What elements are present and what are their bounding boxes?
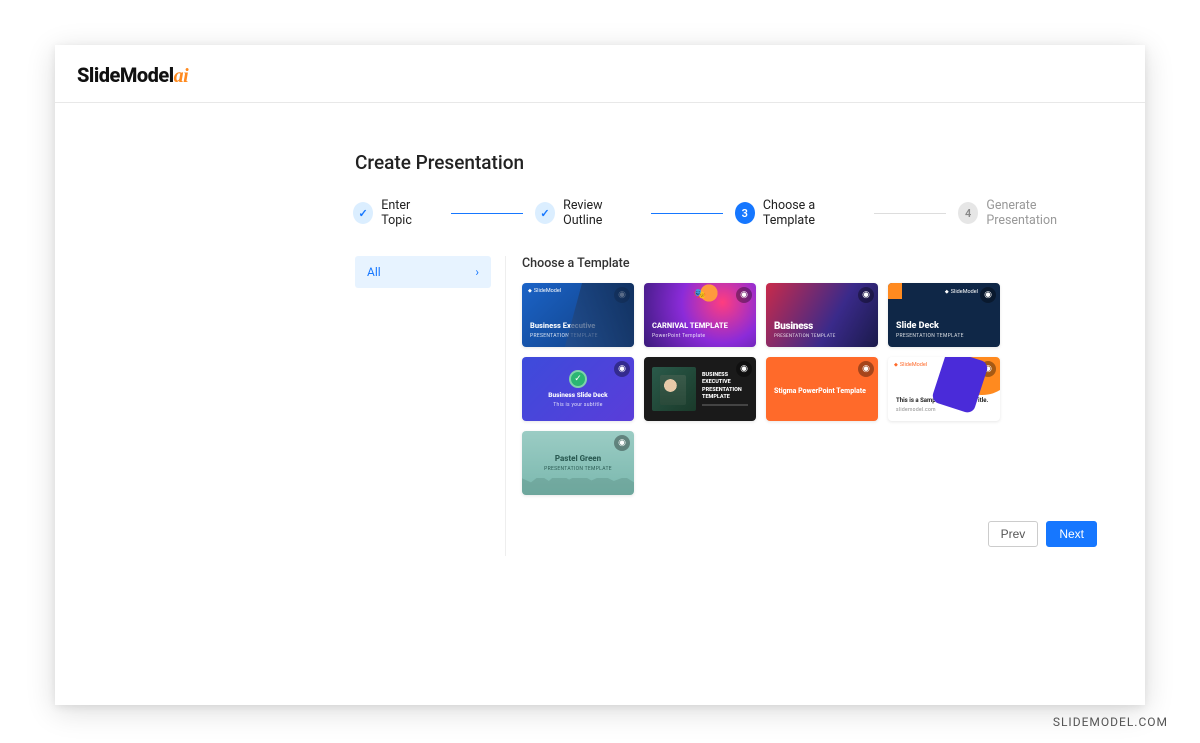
step-choose-template[interactable]: 3 Choose a Template bbox=[735, 198, 862, 228]
template-card[interactable]: ◉ Pastel Green PRESENTATION TEMPLATE bbox=[522, 431, 634, 495]
brand-name: SlideModel bbox=[77, 63, 174, 87]
preview-icon[interactable]: ◉ bbox=[614, 435, 630, 451]
template-title: This is a Sample Title. Insert Title. bbox=[896, 398, 992, 405]
step-connector bbox=[874, 213, 946, 214]
check-icon bbox=[535, 202, 555, 224]
preview-icon[interactable]: ◉ bbox=[858, 361, 874, 377]
page-watermark: SLIDEMODEL.COM bbox=[1053, 715, 1168, 729]
main-content: Create Presentation Enter Topic Review O… bbox=[55, 103, 1145, 556]
step-label: Choose a Template bbox=[763, 198, 862, 228]
template-grid: SlideModel ◉ Business Executive PRESENTA… bbox=[522, 283, 1101, 495]
step-number: 4 bbox=[958, 202, 978, 224]
step-review-outline[interactable]: Review Outline bbox=[535, 198, 639, 228]
template-card[interactable]: ◉ BUSINESS EXECUTIVE PRESENTATION TEMPLA… bbox=[644, 357, 756, 421]
template-card[interactable]: ◉ ✓ Business Slide Deck This is your sub… bbox=[522, 357, 634, 421]
chevron-right-icon: › bbox=[475, 265, 479, 279]
brand-logo: SlideModelai bbox=[77, 63, 188, 88]
section-title: Choose a Template bbox=[522, 256, 1101, 271]
category-sidebar: All › bbox=[355, 256, 491, 556]
step-connector bbox=[651, 213, 723, 214]
template-card[interactable]: ◉ Stigma PowerPoint Template bbox=[766, 357, 878, 421]
template-title: Slide Deck bbox=[896, 321, 992, 331]
template-title: Business Executive bbox=[530, 322, 626, 331]
preview-icon[interactable]: ◉ bbox=[614, 287, 630, 303]
sidebar-item-label: All bbox=[367, 265, 381, 279]
template-subtitle: PRESENTATION TEMPLATE bbox=[774, 334, 870, 339]
template-card[interactable]: 🎭 ◉ CARNIVAL TEMPLATE PowerPoint Templat… bbox=[644, 283, 756, 347]
template-title: Stigma PowerPoint Template bbox=[774, 387, 870, 395]
prev-button[interactable]: Prev bbox=[988, 521, 1039, 547]
template-subtitle: PRESENTATION TEMPLATE bbox=[896, 333, 992, 339]
template-title: Business Slide Deck bbox=[548, 392, 607, 399]
template-subtitle: This is your subtitle bbox=[553, 402, 602, 408]
mask-icon: 🎭 bbox=[694, 289, 706, 300]
step-label: Enter Topic bbox=[381, 198, 439, 228]
template-title: Business bbox=[774, 321, 870, 332]
template-subtitle: PowerPoint Template bbox=[652, 333, 748, 339]
template-subtitle: PRESENTATION TEMPLATE bbox=[530, 333, 626, 339]
step-label: Generate Presentation bbox=[986, 198, 1101, 228]
template-card[interactable]: SlideModel ◉ This is a Sample Title. Ins… bbox=[888, 357, 1000, 421]
preview-icon[interactable]: ◉ bbox=[736, 287, 752, 303]
card-photo bbox=[652, 367, 696, 411]
card-brand-badge: SlideModel bbox=[894, 362, 927, 368]
sidebar-item-all[interactable]: All › bbox=[355, 256, 491, 288]
page-title: Create Presentation bbox=[355, 151, 1101, 174]
template-subtitle: slidemodel.com bbox=[896, 407, 992, 413]
step-number: 3 bbox=[735, 202, 755, 224]
check-icon bbox=[353, 202, 373, 224]
preview-icon[interactable]: ◉ bbox=[858, 287, 874, 303]
preview-icon[interactable]: ◉ bbox=[980, 361, 996, 377]
preview-icon[interactable]: ◉ bbox=[614, 361, 630, 377]
app-window: SlideModelai Create Presentation Enter T… bbox=[55, 45, 1145, 705]
step-label: Review Outline bbox=[563, 198, 638, 228]
divider bbox=[702, 404, 748, 406]
template-card[interactable]: ◉ Business PRESENTATION TEMPLATE bbox=[766, 283, 878, 347]
brand-suffix: ai bbox=[174, 65, 189, 87]
card-brand-badge: SlideModel bbox=[528, 288, 561, 294]
check-badge-icon: ✓ bbox=[569, 370, 587, 388]
preview-icon[interactable]: ◉ bbox=[736, 361, 752, 377]
step-generate: 4 Generate Presentation bbox=[958, 198, 1101, 228]
wizard-stepper: Enter Topic Review Outline 3 Choose a Te… bbox=[353, 198, 1101, 228]
template-subtitle: PRESENTATION TEMPLATE bbox=[544, 466, 612, 472]
templates-panel: Choose a Template SlideModel ◉ Business … bbox=[505, 256, 1101, 556]
next-button[interactable]: Next bbox=[1046, 521, 1097, 547]
template-picker: All › Choose a Template SlideModel ◉ Bus… bbox=[355, 256, 1101, 556]
preview-icon[interactable]: ◉ bbox=[980, 287, 996, 303]
app-header: SlideModelai bbox=[55, 45, 1145, 103]
card-brand-badge: SlideModel bbox=[945, 289, 978, 295]
template-title: Pastel Green bbox=[555, 454, 601, 463]
step-enter-topic[interactable]: Enter Topic bbox=[353, 198, 439, 228]
template-card[interactable]: SlideModel ◉ Business Executive PRESENTA… bbox=[522, 283, 634, 347]
template-card[interactable]: SlideModel ◉ Slide Deck PRESENTATION TEM… bbox=[888, 283, 1000, 347]
template-title: CARNIVAL TEMPLATE bbox=[652, 322, 748, 331]
wizard-nav: Prev Next bbox=[522, 521, 1101, 547]
step-connector bbox=[451, 213, 523, 214]
